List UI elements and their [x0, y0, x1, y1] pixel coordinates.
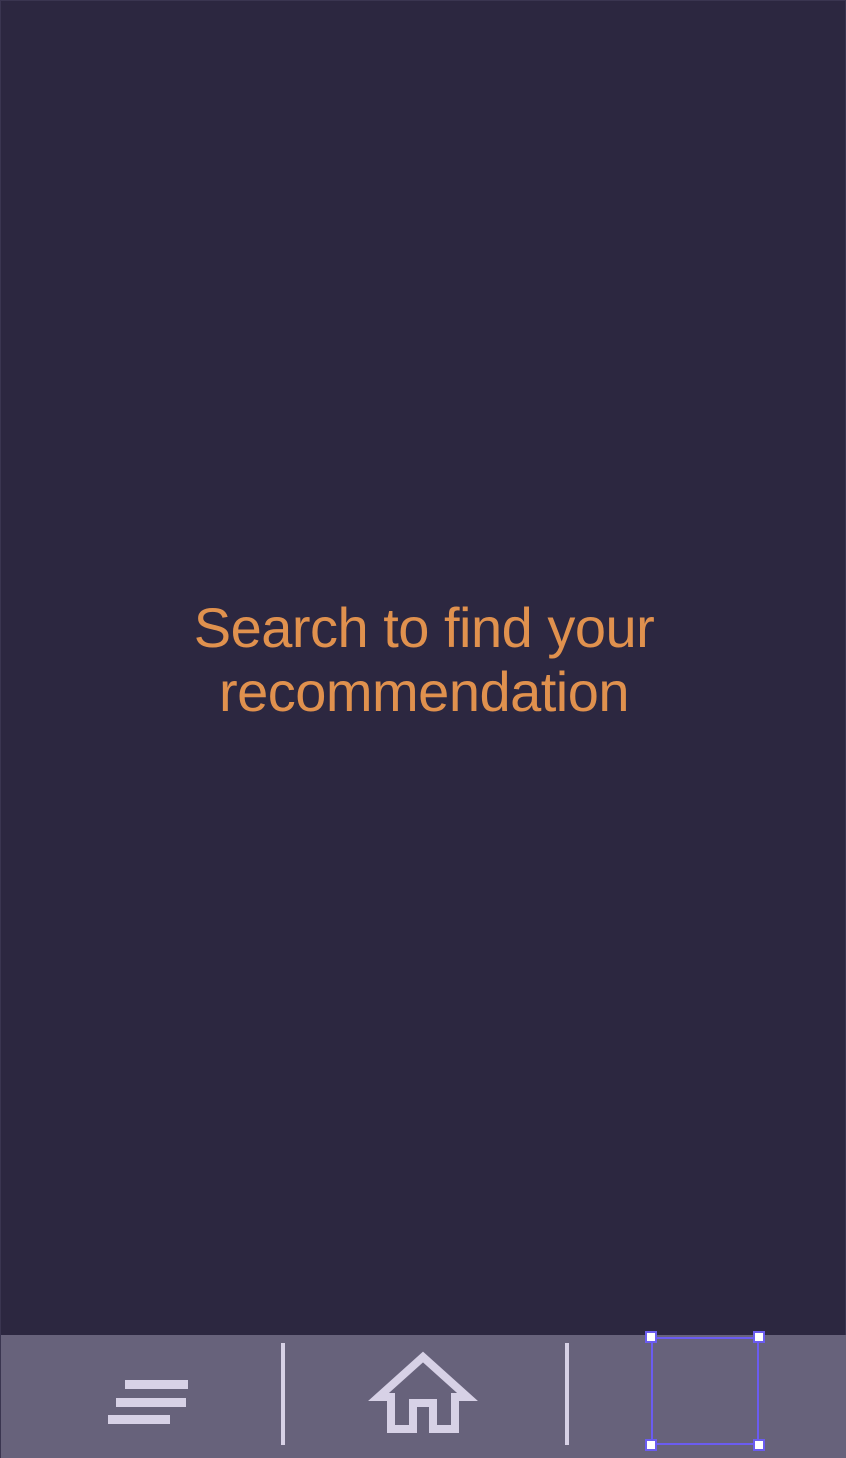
resize-handle-top-left[interactable]: [645, 1331, 657, 1343]
home-icon: [368, 1351, 478, 1433]
app-screen: Search to find your recommendation: [0, 0, 846, 1458]
resize-handle-bottom-left[interactable]: [645, 1439, 657, 1451]
selection-frame-icon[interactable]: [645, 1331, 765, 1451]
menu-button[interactable]: [61, 1335, 231, 1458]
nav-divider: [565, 1343, 569, 1445]
menu-lines-icon: [108, 1380, 188, 1424]
nav-divider: [281, 1343, 285, 1445]
resize-handle-bottom-right[interactable]: [753, 1439, 765, 1451]
main-content: Search to find your recommendation: [1, 1, 846, 1335]
home-button[interactable]: [341, 1335, 506, 1458]
empty-state-message: Search to find your recommendation: [193, 596, 655, 723]
resize-handle-top-right[interactable]: [753, 1331, 765, 1343]
